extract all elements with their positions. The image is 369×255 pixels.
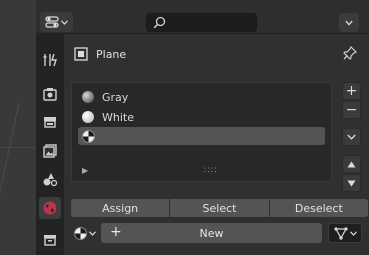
chevron-down-icon	[89, 230, 96, 236]
tab-tool[interactable]	[39, 49, 61, 71]
add-slot-button[interactable]: +	[342, 82, 361, 100]
chevron-down-icon	[61, 19, 68, 25]
tool-icon	[43, 53, 57, 67]
editor-type-button[interactable]	[40, 12, 73, 32]
pin-button[interactable]	[343, 45, 358, 63]
link-mode-button[interactable]	[328, 223, 362, 243]
select-button[interactable]: Select	[170, 199, 269, 217]
options-button[interactable]	[339, 13, 359, 32]
resize-grip-icon[interactable]: ∷∷	[204, 166, 217, 176]
viewport-grid-line	[0, 101, 20, 255]
plus-icon: +	[110, 224, 122, 240]
new-material-button[interactable]: + New	[101, 223, 322, 243]
browse-material-button[interactable]	[71, 223, 103, 243]
search-icon	[153, 16, 166, 29]
collection-icon	[44, 235, 56, 246]
material-slot-label: White	[102, 110, 134, 124]
assign-button-row: Assign Select Deselect	[71, 199, 368, 217]
remove-slot-button[interactable]: −	[342, 101, 361, 119]
material-slot-white[interactable]: White	[78, 108, 325, 126]
chevron-down-icon	[347, 134, 356, 140]
expand-triangle-icon[interactable]: ▶	[82, 166, 88, 175]
material-gray-icon	[82, 91, 94, 103]
material-checker-icon	[82, 129, 95, 143]
properties-editor-icon	[45, 16, 59, 28]
search-input[interactable]	[146, 13, 257, 32]
tab-view-layer[interactable]	[39, 140, 61, 162]
world-icon	[43, 201, 57, 215]
move-slot-up-button[interactable]	[342, 155, 361, 173]
object-context: Plane	[74, 47, 126, 61]
object-name: Plane	[96, 47, 127, 61]
assign-button[interactable]: Assign	[71, 199, 170, 217]
properties-tab-bar	[36, 34, 64, 255]
material-slot-empty[interactable]	[78, 127, 325, 145]
chevron-down-icon	[349, 230, 357, 236]
tab-render[interactable]	[39, 83, 61, 105]
tab-collection[interactable]	[39, 229, 61, 251]
material-slot-list: Gray White ▶ ∷∷	[71, 82, 332, 182]
viewport-axis-line	[0, 147, 36, 148]
render-icon	[43, 88, 57, 101]
pin-icon	[343, 45, 358, 60]
material-slot-gray[interactable]: Gray	[78, 88, 325, 106]
mesh-plane-icon	[74, 47, 88, 61]
mesh-data-icon	[333, 226, 348, 240]
triangle-up-icon	[347, 161, 356, 167]
deselect-button[interactable]: Deselect	[269, 199, 368, 217]
material-white-icon	[82, 111, 94, 123]
view-layer-icon	[43, 144, 57, 158]
viewport-edge	[0, 0, 36, 255]
scene-icon	[43, 173, 58, 187]
output-icon	[44, 117, 56, 128]
chevron-down-icon	[345, 20, 353, 26]
triangle-down-icon	[347, 180, 356, 186]
material-checker-icon	[74, 226, 87, 240]
properties-header	[36, 0, 369, 34]
material-properties-panel: Plane Gray White ▶ ∷∷ + − Assign Select …	[64, 34, 369, 255]
slot-specials-button[interactable]	[342, 128, 361, 146]
tab-world[interactable]	[39, 197, 61, 219]
tab-output[interactable]	[39, 111, 61, 133]
move-slot-down-button[interactable]	[342, 174, 361, 192]
new-material-label: New	[199, 226, 224, 240]
tab-scene[interactable]	[39, 168, 61, 190]
material-slot-label: Gray	[102, 90, 129, 104]
